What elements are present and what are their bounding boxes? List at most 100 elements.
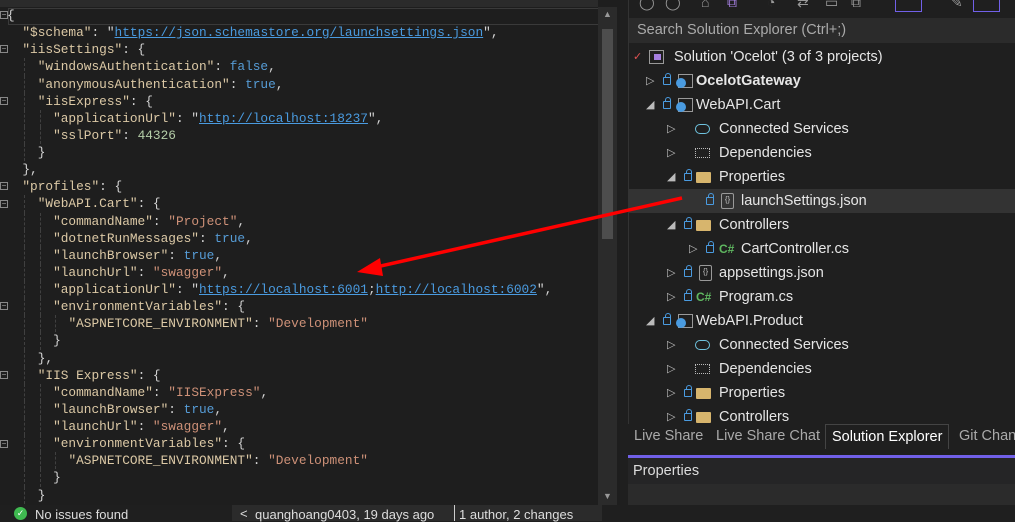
tree-item-project[interactable]: ▷ OcelotGateway — [629, 69, 1015, 93]
json-token: : — [137, 419, 153, 434]
tree-item-dependencies[interactable]: ▷ Dependencies — [629, 141, 1015, 165]
back-icon[interactable]: ◯ — [639, 0, 655, 11]
code-line: { — [7, 7, 552, 24]
scroll-up-icon[interactable]: ▲ — [603, 9, 612, 19]
expanded-chevron-icon[interactable]: ◢ — [667, 165, 675, 189]
collapsed-chevron-icon[interactable]: ▷ — [667, 357, 675, 381]
collapsed-chevron-icon[interactable]: ▷ — [689, 237, 697, 261]
tree-item-connected-services[interactable]: ▷ Connected Services — [629, 117, 1015, 141]
link[interactable]: https://json.schemastore.org/launchsetti… — [115, 25, 484, 40]
code-line: "$schema": "https://json.schemastore.org… — [7, 24, 552, 41]
collapsed-chevron-icon[interactable]: ▷ — [667, 141, 675, 165]
pin-icon[interactable] — [973, 0, 1000, 12]
solution-explorer: ◯ ◯ ⌂ ⧉ ◔ ⇄ ▭ ⧉ ✎ Search Solution Explor… — [628, 0, 1015, 424]
properties-icon — [696, 172, 711, 183]
sync-icon[interactable]: ⇄ — [797, 0, 809, 11]
collapsed-chevron-icon[interactable]: ▷ — [667, 117, 675, 141]
json-token: }, — [37, 350, 54, 366]
code-line: } — [7, 469, 552, 487]
tab-live-share-chat[interactable]: Live Share Chat — [710, 424, 826, 449]
properties-body — [628, 484, 1015, 505]
folder-icon — [696, 220, 711, 231]
json-token: : — [229, 76, 246, 92]
tree-item-connected-services[interactable]: ▷ Connected Services — [629, 333, 1015, 357]
tree-item-project[interactable]: ◢ WebAPI.Product — [629, 309, 1015, 333]
collapsed-chevron-icon[interactable]: ▷ — [667, 405, 675, 424]
json-token: { — [7, 8, 15, 23]
json-key: "anonymousAuthentication" — [37, 76, 230, 92]
code-line: "commandName": "IISExpress", — [7, 383, 552, 401]
tab-solution-explorer[interactable]: Solution Explorer — [825, 424, 950, 449]
json-token: : — [122, 127, 138, 143]
collapsed-chevron-icon[interactable]: ▷ — [646, 69, 654, 93]
properties-wrench-icon[interactable]: ✎ — [951, 0, 963, 11]
json-token: } — [37, 487, 46, 503]
tree-item-solution[interactable]: ✓ Solution 'Ocelot' (3 of 3 projects) — [629, 45, 1015, 69]
tree-item-project[interactable]: ◢ WebAPI.Cart — [629, 93, 1015, 117]
connected-services-icon — [695, 124, 710, 134]
tree-item-controllers[interactable]: ▷ Controllers — [629, 405, 1015, 424]
json-token: : — [199, 230, 215, 246]
tree-item-launchsettings[interactable]: {} launchSettings.json — [629, 189, 1015, 213]
issues-status[interactable]: No issues found — [35, 507, 128, 522]
codelens-blame[interactable]: < quanghoang0403, 19 days ago 1 author, … — [232, 505, 602, 522]
tree-item-program[interactable]: ▷ C# Program.cs — [629, 285, 1015, 309]
show-all-files-icon[interactable]: ⧉ — [851, 0, 861, 11]
link[interactable]: http://localhost:6002 — [376, 282, 537, 297]
collapsed-chevron-icon[interactable]: ▷ — [667, 333, 675, 357]
tree-item-properties[interactable]: ▷ Properties — [629, 381, 1015, 405]
tree-item-properties[interactable]: ◢ Properties — [629, 165, 1015, 189]
preview-selected-icon[interactable] — [895, 0, 922, 12]
tree-item-label: Program.cs — [719, 289, 794, 305]
expanded-chevron-icon[interactable]: ◢ — [667, 213, 675, 237]
indent-guide — [39, 212, 41, 230]
json-token: : { — [99, 179, 123, 195]
json-token: , — [214, 401, 223, 417]
blame-changes[interactable]: 1 author, 2 changes — [459, 507, 573, 522]
project-icon — [676, 98, 693, 112]
json-key: "applicationUrl" — [53, 110, 176, 126]
link[interactable]: http://localhost:18237 — [199, 111, 368, 126]
blame-author[interactable]: quanghoang0403, 19 days ago — [255, 507, 434, 522]
tree-item-label: launchSettings.json — [741, 193, 867, 209]
link[interactable]: https://localhost:6001 — [199, 282, 368, 297]
scroll-down-icon[interactable]: ▼ — [603, 491, 612, 501]
scrollbar-thumb[interactable] — [602, 29, 613, 239]
project-icon — [676, 314, 693, 328]
collapsed-chevron-icon[interactable]: ▷ — [667, 285, 675, 309]
home-icon[interactable]: ⌂ — [701, 0, 709, 10]
code-line: "profiles": { — [7, 178, 552, 195]
json-token: ", — [483, 25, 499, 41]
code-line: "iisSettings": { — [7, 41, 552, 58]
indent-guide — [39, 109, 41, 127]
indent-guide — [39, 469, 41, 487]
tab-git-changes[interactable]: Git Chan — [953, 424, 1015, 449]
history-icon[interactable]: ◔ — [767, 0, 775, 10]
solution-explorer-search[interactable]: Search Solution Explorer (Ctrl+;) — [629, 18, 1015, 43]
indent-guide — [24, 195, 26, 213]
tree-item-appsettings[interactable]: ▷ {} appsettings.json — [629, 261, 1015, 285]
code-line: "WebAPI.Cart": { — [7, 195, 552, 213]
vertical-scrollbar[interactable]: ▲ ▼ — [598, 7, 617, 505]
collapsed-chevron-icon[interactable]: ▷ — [667, 381, 675, 405]
tree-item-dependencies[interactable]: ▷ Dependencies — [629, 357, 1015, 381]
tool-window-tabs: Live Share Live Share Chat Solution Expl… — [628, 424, 1015, 449]
expanded-chevron-icon[interactable]: ◢ — [646, 309, 654, 333]
tab-live-share[interactable]: Live Share — [628, 424, 709, 449]
collapsed-chevron-icon[interactable]: ▷ — [667, 261, 675, 285]
tree-item-label: OcelotGateway — [696, 73, 801, 89]
json-token: "swagger" — [152, 419, 223, 434]
expanded-chevron-icon[interactable]: ◢ — [646, 93, 654, 117]
collapse-all-icon[interactable]: ▭ — [825, 0, 838, 11]
code-line: "windowsAuthentication": false, — [7, 58, 552, 76]
code-line: "environmentVariables": { — [7, 435, 552, 453]
forward-icon[interactable]: ◯ — [665, 0, 681, 11]
code-editor[interactable]: − − − − − − − − { "$schema": "https://json.sche… — [0, 0, 620, 505]
code-line: "dotnetRunMessages": true, — [7, 229, 552, 247]
tree-item-controllers[interactable]: ◢ Controllers — [629, 213, 1015, 237]
switch-views-icon[interactable]: ⧉ — [727, 0, 737, 11]
indent-guide — [24, 418, 26, 436]
code-lines[interactable]: { "$schema": "https://json.schemastore.o… — [7, 7, 552, 504]
tree-item-cartcontroller[interactable]: ▷ C# CartController.cs — [629, 237, 1015, 261]
code-line: "launchBrowser": true, — [7, 400, 552, 418]
